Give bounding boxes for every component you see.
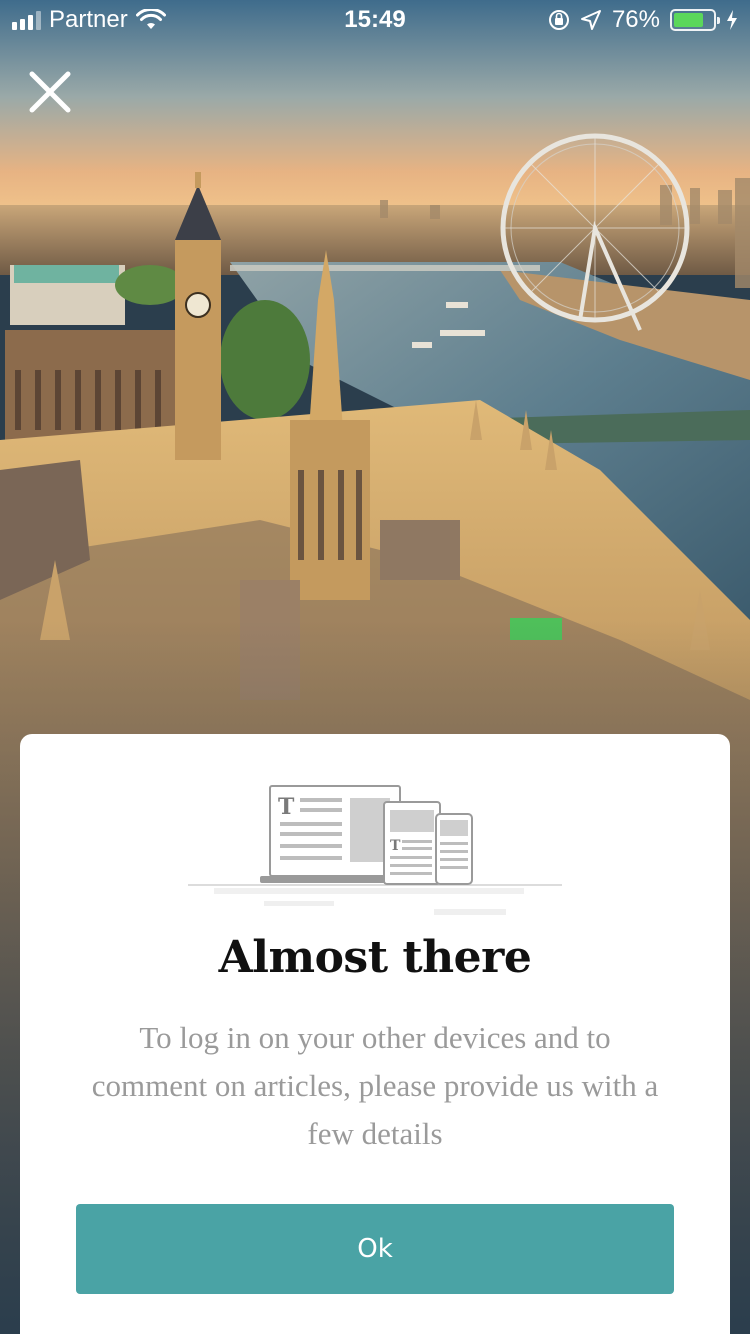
battery-percent: 76%: [611, 6, 660, 33]
devices-illustration: T T: [188, 785, 562, 915]
orientation-lock-icon: [548, 10, 569, 30]
charging-icon: [727, 10, 737, 30]
status-bar: Partner 15:49 76%: [0, 0, 750, 40]
location-icon: [580, 10, 601, 30]
battery-icon: [670, 9, 720, 31]
card-description: To log in on your other devices and to c…: [91, 1020, 659, 1151]
svg-text:T: T: [390, 838, 401, 854]
close-button[interactable]: [24, 66, 76, 118]
close-icon: [29, 71, 71, 113]
card-title: Almost there: [218, 932, 532, 983]
almost-there-card: T T Almost there To log in on your other…: [20, 734, 730, 1334]
svg-text:T: T: [278, 794, 295, 820]
ok-button[interactable]: Ok: [76, 1204, 674, 1294]
